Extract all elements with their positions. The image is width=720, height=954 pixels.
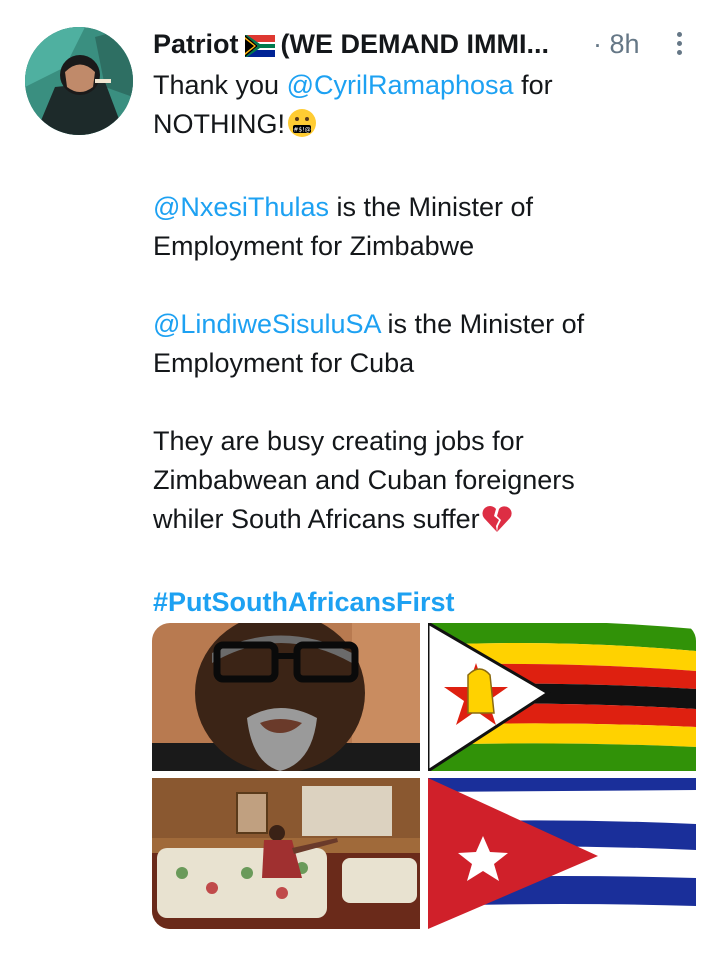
mention-cyril[interactable]: @CyrilRamaphosa bbox=[287, 70, 514, 100]
broken-heart-emoji-icon bbox=[482, 505, 512, 544]
text-line: whiler South Africans suffer bbox=[153, 500, 698, 544]
text-line: Zimbabwean and Cuban foreigners bbox=[153, 465, 575, 495]
author-name[interactable]: Patriot (WE DEMAND IMMI... bbox=[153, 29, 549, 64]
text-line: Employment for Cuba bbox=[153, 348, 415, 378]
tweet-time[interactable]: · 8h bbox=[593, 29, 640, 60]
mention-lindiwe[interactable]: @LindiweSisuluSA bbox=[153, 309, 380, 339]
zimbabwe-flag-photo[interactable] bbox=[428, 623, 696, 771]
hashtag-link[interactable]: #PutSouthAfricansFirst bbox=[153, 587, 455, 617]
text-segment: NOTHING! bbox=[153, 109, 285, 139]
text-segment: is the Minister of bbox=[380, 309, 585, 339]
text-segment: is the Minister of bbox=[328, 192, 534, 222]
text-line: @LindiweSisuluSA is the Minister of bbox=[153, 305, 698, 344]
avatar-image bbox=[25, 27, 133, 135]
text-segment: whiler South Africans suffer bbox=[153, 504, 480, 534]
time-separator: · bbox=[593, 29, 602, 59]
text-line: They are busy creating jobs for bbox=[153, 426, 524, 456]
cursing-face-emoji-icon: #$!@ bbox=[287, 108, 317, 149]
text-line: Employment for Zimbabwe bbox=[153, 231, 475, 261]
tweet-text: Thank you @CyrilRamaphosa for NOTHING! #… bbox=[153, 66, 698, 622]
photo-woman-sofa[interactable] bbox=[152, 778, 420, 929]
svg-text:#$!@: #$!@ bbox=[293, 127, 310, 134]
more-options-icon[interactable] bbox=[669, 29, 689, 59]
text-line: @NxesiThulas is the Minister of bbox=[153, 188, 698, 227]
time-text: 8h bbox=[609, 29, 640, 59]
mention-nxesi[interactable]: @NxesiThulas bbox=[153, 192, 329, 222]
author-name-text: Patriot bbox=[153, 29, 239, 59]
text-line: Thank you @CyrilRamaphosa for bbox=[153, 66, 698, 105]
south-africa-flag-icon bbox=[244, 33, 275, 64]
cuba-flag-photo[interactable] bbox=[428, 778, 696, 929]
text-segment: for bbox=[513, 70, 553, 100]
tweet-header: Patriot (WE DEMAND IMMI... · 8h bbox=[153, 27, 698, 67]
text-line: NOTHING! #$!@ bbox=[153, 105, 698, 149]
avatar[interactable] bbox=[25, 27, 133, 135]
author-suffix: (WE DEMAND IMMI... bbox=[280, 29, 549, 59]
media-grid bbox=[152, 623, 696, 929]
text-line: #PutSouthAfricansFirst bbox=[153, 583, 698, 622]
photo-man-glasses[interactable] bbox=[152, 623, 420, 771]
text-segment: Thank you bbox=[153, 70, 287, 100]
